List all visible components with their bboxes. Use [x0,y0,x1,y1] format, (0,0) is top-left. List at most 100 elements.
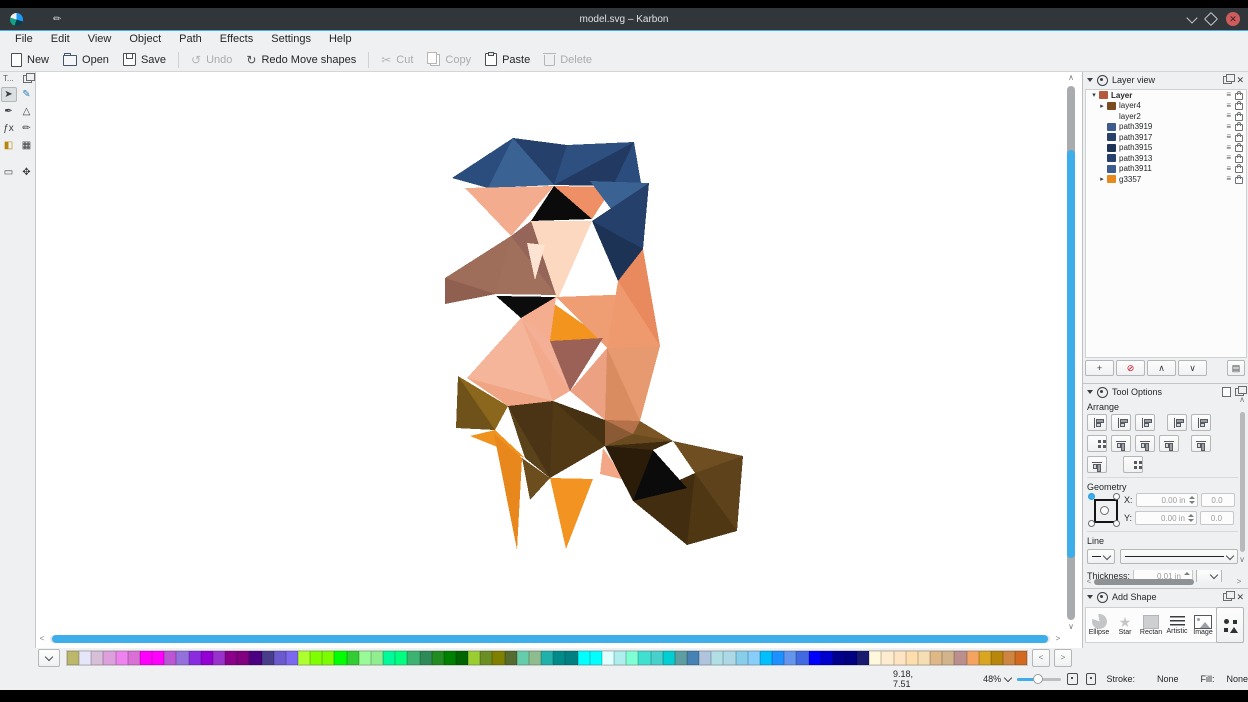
color-swatch[interactable] [395,651,407,665]
canvas[interactable] [36,72,1082,648]
color-swatch[interactable] [967,651,979,665]
color-swatch[interactable] [796,651,808,665]
color-swatch[interactable] [772,651,784,665]
visibility-icon[interactable]: ≡ [1226,112,1231,120]
zoom-selection-icon[interactable] [1086,673,1097,685]
color-swatch[interactable] [675,651,687,665]
color-swatch[interactable] [371,651,383,665]
color-swatch[interactable] [881,651,893,665]
width-input[interactable]: 0.0 [1201,493,1235,507]
zoom-value[interactable]: 48% [983,674,1001,684]
color-swatch[interactable] [930,651,942,665]
zoom-slider[interactable] [1017,674,1061,684]
lock-icon[interactable] [1235,114,1243,121]
color-swatch[interactable] [128,651,140,665]
align-top-button[interactable] [1111,435,1131,452]
color-swatch[interactable] [505,651,517,665]
color-swatch[interactable] [663,651,675,665]
float-icon[interactable] [1223,593,1232,601]
layer-row-layer2[interactable]: layer2≡ [1086,111,1246,122]
visibility-icon[interactable]: ≡ [1226,165,1231,173]
color-swatch[interactable] [164,651,176,665]
tool-calligraphy[interactable]: ✒ [1,104,17,119]
menu-help[interactable]: Help [320,32,361,47]
lock-icon[interactable] [1235,145,1243,152]
scroll-up-icon[interactable]: ∧ [1067,74,1075,82]
add-shape-star[interactable]: ★Star [1112,608,1138,642]
zoom-slider-handle[interactable] [1033,674,1043,684]
layer-row-layer4[interactable]: ▸layer4≡ [1086,101,1246,112]
color-swatch[interactable] [334,651,346,665]
color-swatch[interactable] [651,651,663,665]
add-layer-button[interactable]: + [1085,360,1114,376]
menu-edit[interactable]: Edit [42,32,79,47]
lock-icon[interactable] [1235,135,1243,142]
tool-frame[interactable]: ▭ [1,165,17,180]
color-swatch[interactable] [991,651,1003,665]
close-icon[interactable]: ✕ [1226,12,1240,26]
palette-next-button[interactable]: > [1054,649,1072,667]
anchor-topleft[interactable] [1088,493,1095,500]
collapse-icon[interactable] [1087,595,1093,599]
align-vcenter-button[interactable] [1135,435,1155,452]
save-button[interactable]: Save [116,50,173,69]
color-swatch[interactable] [116,651,128,665]
color-swatch[interactable] [809,651,821,665]
color-swatch[interactable] [140,651,152,665]
color-swatch[interactable] [918,651,930,665]
float-icon[interactable] [1223,76,1232,84]
color-swatch[interactable] [286,651,298,665]
tool-options-hscrollbar[interactable]: < > [1085,578,1243,586]
layer-row-path3915[interactable]: path3915≡ [1086,143,1246,154]
color-swatch[interactable] [347,651,359,665]
anchor-bottomleft[interactable] [1088,520,1095,527]
color-swatch[interactable] [237,651,249,665]
color-swatch[interactable] [833,651,845,665]
visibility-icon[interactable]: ≡ [1226,133,1231,141]
canvas-vscrollbar[interactable]: ∧ ∨ [1065,74,1077,634]
color-swatch[interactable] [456,651,468,665]
artwork-low-poly-bird[interactable] [440,118,760,558]
color-swatch[interactable] [699,651,711,665]
layer-row-Layer[interactable]: ▾Layer≡ [1086,90,1246,101]
tool-pattern[interactable]: ▦ [19,138,35,153]
color-swatch[interactable] [103,651,115,665]
color-swatch[interactable] [723,651,735,665]
float-icon[interactable] [23,75,32,83]
visibility-icon[interactable]: ≡ [1226,154,1231,162]
maximize-icon[interactable] [1204,12,1218,26]
color-swatch[interactable] [553,651,565,665]
distribute-top-button[interactable] [1191,435,1211,452]
anchor-topright[interactable] [1113,493,1120,500]
expander-closed-icon[interactable]: ▸ [1098,102,1106,110]
align-left-button[interactable] [1087,414,1107,431]
align-right-button[interactable] [1135,414,1155,431]
menu-effects[interactable]: Effects [211,32,262,47]
color-swatch[interactable] [492,651,504,665]
properties-button[interactable]: ▤ [1227,360,1245,376]
hscroll-thumb[interactable] [52,635,1048,643]
group-button[interactable] [1087,435,1107,452]
color-swatch[interactable] [590,651,602,665]
collapse-icon[interactable] [1087,390,1093,394]
color-swatch[interactable] [420,651,432,665]
color-swatch[interactable] [736,651,748,665]
menu-file[interactable]: File [6,32,42,47]
close-icon[interactable]: ✕ [1236,593,1244,602]
redo-move-shapes-button[interactable]: ↻Redo Move shapes [239,51,363,69]
menu-settings[interactable]: Settings [262,32,320,47]
color-swatch[interactable] [687,651,699,665]
collapse-icon[interactable] [1087,78,1093,82]
color-swatch[interactable] [565,651,577,665]
color-swatch[interactable] [201,651,213,665]
visibility-icon[interactable]: ≡ [1226,175,1231,183]
visibility-icon[interactable]: ≡ [1226,102,1231,110]
vscroll-thumb[interactable] [1067,150,1075,558]
color-swatch[interactable] [189,651,201,665]
color-swatch[interactable] [979,651,991,665]
color-swatch[interactable] [152,651,164,665]
scroll-right-icon[interactable]: > [1054,635,1062,643]
ungroup-button[interactable] [1123,456,1143,473]
tool-pan[interactable]: ✥ [19,165,35,180]
color-swatch[interactable] [298,651,310,665]
